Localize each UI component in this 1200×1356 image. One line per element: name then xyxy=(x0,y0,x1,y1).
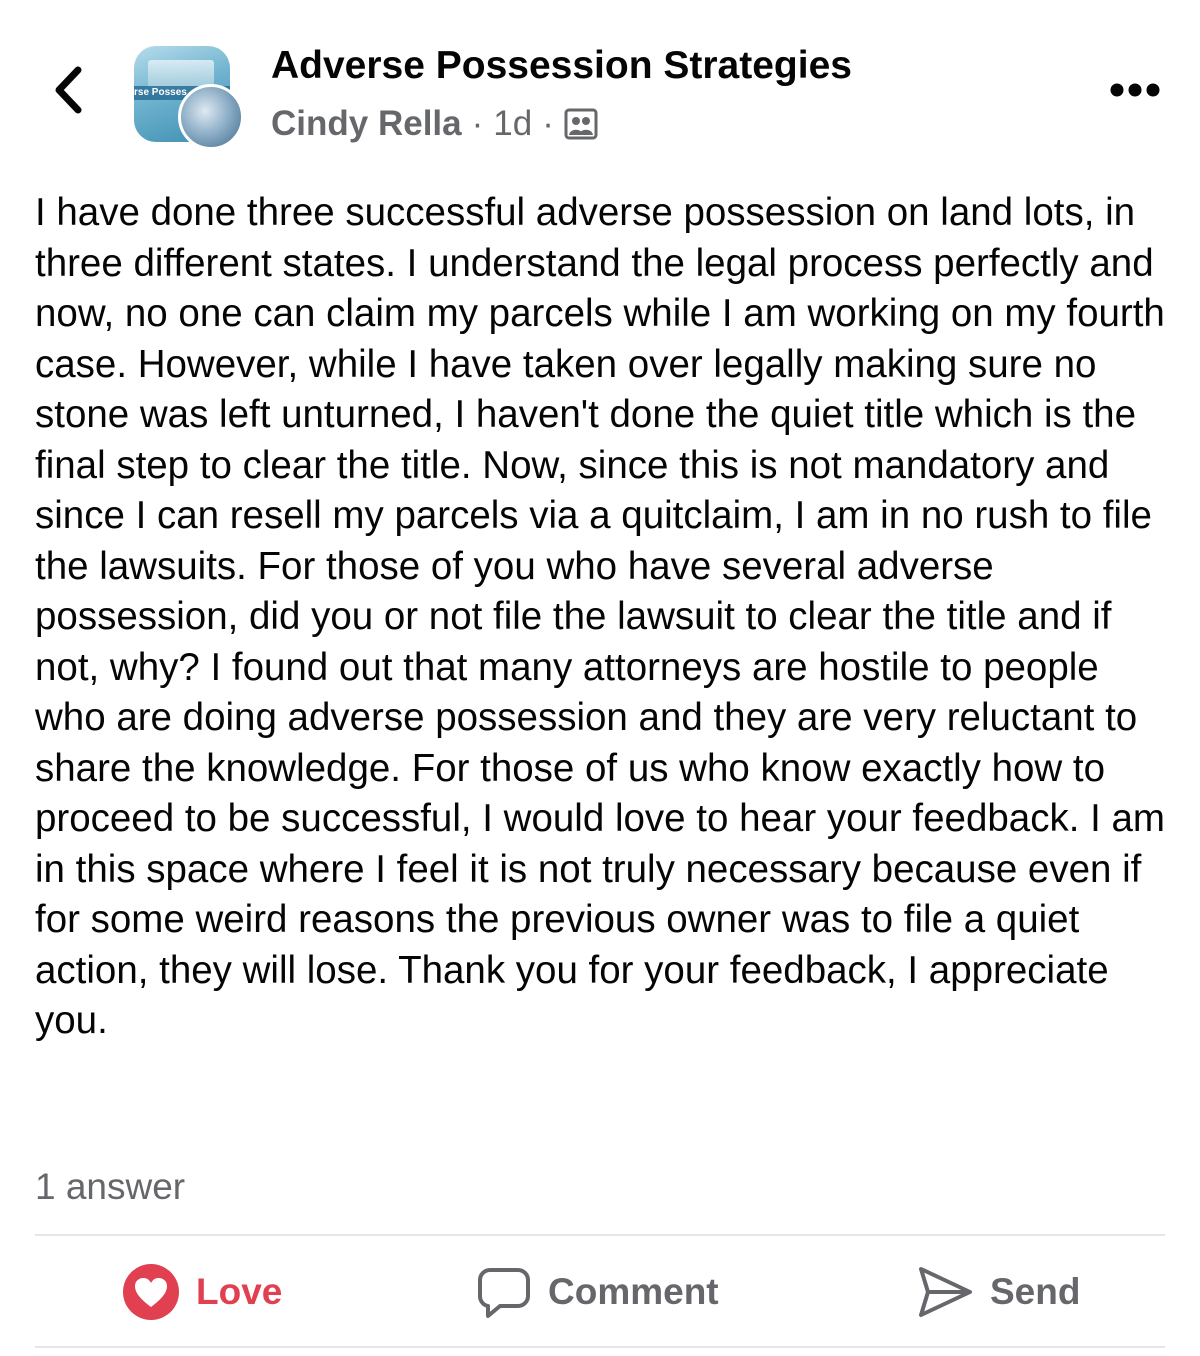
post-header: rse Posses Adverse Possession Strategies… xyxy=(0,0,1200,170)
love-reaction-icon xyxy=(123,1264,179,1320)
send-button[interactable]: Send xyxy=(916,1262,1080,1322)
send-icon xyxy=(919,1267,972,1317)
love-button[interactable]: Love xyxy=(122,1262,282,1322)
group-members-icon xyxy=(564,108,598,140)
more-options-button[interactable] xyxy=(1100,70,1170,110)
post-body-text: I have done three successful adverse pos… xyxy=(35,191,1165,1042)
post-meta: Cindy Rella · 1d · xyxy=(271,104,598,144)
back-button[interactable] xyxy=(40,58,96,122)
ellipsis-icon xyxy=(1110,83,1160,97)
comment-icon xyxy=(478,1268,530,1318)
love-label: Love xyxy=(196,1271,283,1312)
group-name[interactable]: Adverse Possession Strategies xyxy=(271,44,852,88)
comment-label: Comment xyxy=(548,1271,719,1312)
answers-count[interactable]: 1 answer xyxy=(35,1166,185,1208)
comment-button[interactable]: Comment xyxy=(476,1262,719,1322)
post-time[interactable]: 1d xyxy=(493,104,532,144)
meta-separator: · xyxy=(471,104,484,143)
chevron-left-icon xyxy=(55,66,82,114)
send-label: Send xyxy=(990,1271,1081,1312)
meta-separator: · xyxy=(542,104,554,143)
author-name[interactable]: Cindy Rella xyxy=(271,104,462,144)
group-avatar[interactable]: rse Posses xyxy=(134,46,244,150)
divider xyxy=(35,1346,1165,1348)
divider xyxy=(35,1234,1165,1236)
author-avatar[interactable] xyxy=(178,84,244,150)
